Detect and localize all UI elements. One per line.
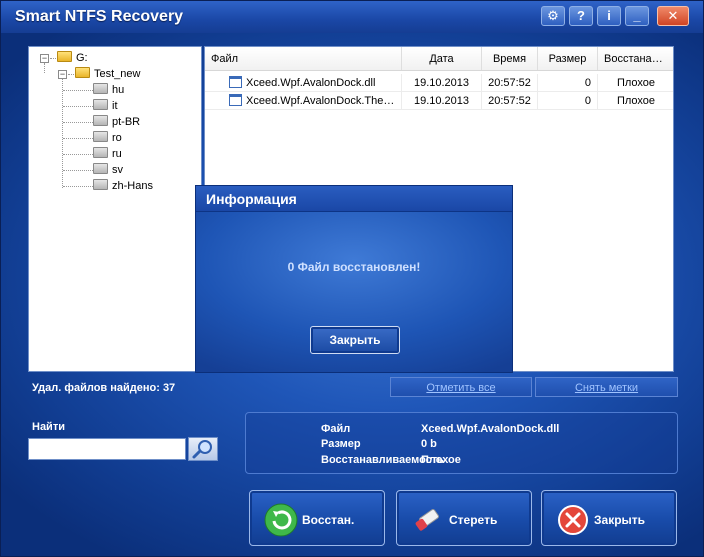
info-dialog: Информация 0 Файл восстановлен! Закрыть — [195, 185, 513, 373]
column-header-date[interactable]: Дата — [402, 47, 482, 70]
tree-item-zh-hans[interactable]: zh-Hans — [93, 178, 153, 194]
cell-status: Плохое — [598, 92, 673, 109]
tree-folder-test-new[interactable]: Test_new — [75, 66, 140, 82]
tree-item-it[interactable]: it — [93, 98, 118, 114]
restore-label: Восстан. — [302, 513, 355, 527]
folder-icon — [93, 99, 108, 110]
cell-file: Xceed.Wpf.AvalonDock.Themes.Aero.dll — [223, 92, 402, 109]
info-file-label: Файл — [321, 423, 351, 435]
dialog-message: 0 Файл восстановлен! — [287, 260, 421, 274]
folder-tree[interactable]: − G: − Test_new hu it pt-BR ro ru sv zh-… — [28, 46, 202, 372]
column-header-size[interactable]: Размер — [538, 47, 598, 70]
minimize-icon[interactable]: _ — [625, 6, 649, 26]
folder-icon — [57, 51, 72, 62]
select-all-link[interactable]: Отметить все — [390, 377, 532, 397]
tree-item-pt-br[interactable]: pt-BR — [93, 114, 140, 130]
info-size-value: 0 b — [421, 438, 437, 450]
collapse-icon[interactable]: − — [58, 70, 67, 79]
folder-icon — [93, 115, 108, 126]
restore-icon — [264, 503, 298, 537]
search-button[interactable] — [188, 437, 218, 461]
close-circle-icon — [558, 505, 588, 535]
restore-button[interactable]: Восстан. — [249, 490, 385, 546]
search-label: Найти — [32, 421, 65, 433]
file-info-panel: Файл Xceed.Wpf.AvalonDock.dll Размер 0 b… — [245, 412, 678, 474]
search-icon — [192, 440, 212, 459]
info-file-value: Xceed.Wpf.AvalonDock.dll — [421, 423, 560, 435]
cell-date: 19.10.2013 — [402, 74, 482, 91]
title-bar[interactable]: Smart NTFS Recovery ⚙ ? i _ ✕ — [1, 1, 703, 33]
column-header-recoverability[interactable]: Восстанавливаемость — [598, 47, 673, 70]
cell-status: Плохое — [598, 74, 673, 91]
erase-button[interactable]: Стереть — [396, 490, 532, 546]
folder-icon — [93, 131, 108, 142]
table-row[interactable]: Xceed.Wpf.AvalonDock.dll 19.10.2013 20:5… — [205, 74, 673, 92]
cell-time: 20:57:52 — [482, 92, 538, 109]
folder-icon — [93, 147, 108, 158]
tree-item-sv[interactable]: sv — [93, 162, 123, 178]
dialog-close-button[interactable]: Закрыть — [310, 326, 400, 354]
folder-icon — [75, 67, 90, 78]
cell-time: 20:57:52 — [482, 74, 538, 91]
eraser-icon — [415, 509, 439, 531]
file-icon — [229, 94, 242, 106]
collapse-icon[interactable]: − — [40, 54, 49, 63]
column-header-time[interactable]: Время — [482, 47, 538, 70]
erase-label: Стереть — [449, 513, 498, 527]
folder-icon — [93, 163, 108, 174]
cell-size: 0 — [538, 74, 598, 91]
main-window: Smart NTFS Recovery ⚙ ? i _ ✕ − G: − Tes… — [0, 0, 704, 557]
cell-size: 0 — [538, 92, 598, 109]
tree-item-ru[interactable]: ru — [93, 146, 122, 162]
found-count: Удал. файлов найдено: 37 — [32, 382, 176, 394]
close-button[interactable]: Закрыть — [541, 490, 677, 546]
app-title: Smart NTFS Recovery — [15, 8, 184, 25]
folder-icon — [93, 179, 108, 190]
close-label: Закрыть — [594, 513, 646, 527]
dialog-title: Информация — [196, 186, 512, 212]
info-icon[interactable]: i — [597, 6, 621, 26]
table-row[interactable]: Xceed.Wpf.AvalonDock.Themes.Aero.dll 19.… — [205, 92, 673, 110]
close-icon[interactable]: ✕ — [657, 6, 689, 26]
settings-icon[interactable]: ⚙ — [541, 6, 565, 26]
info-size-label: Размер — [321, 438, 361, 450]
info-recover-value: Плохое — [421, 454, 461, 466]
deselect-link[interactable]: Снять метки — [535, 377, 678, 397]
help-icon[interactable]: ? — [569, 6, 593, 26]
folder-icon — [93, 83, 108, 94]
cell-file: Xceed.Wpf.AvalonDock.dll — [223, 74, 402, 91]
search-input[interactable] — [28, 438, 186, 460]
tree-root[interactable]: G: — [57, 50, 88, 66]
column-header-file[interactable]: Файл — [205, 47, 402, 70]
tree-item-ro[interactable]: ro — [93, 130, 122, 146]
tree-item-hu[interactable]: hu — [93, 82, 124, 98]
cell-date: 19.10.2013 — [402, 92, 482, 109]
file-icon — [229, 76, 242, 88]
list-header: Файл Дата Время Размер Восстанавливаемос… — [205, 47, 673, 71]
